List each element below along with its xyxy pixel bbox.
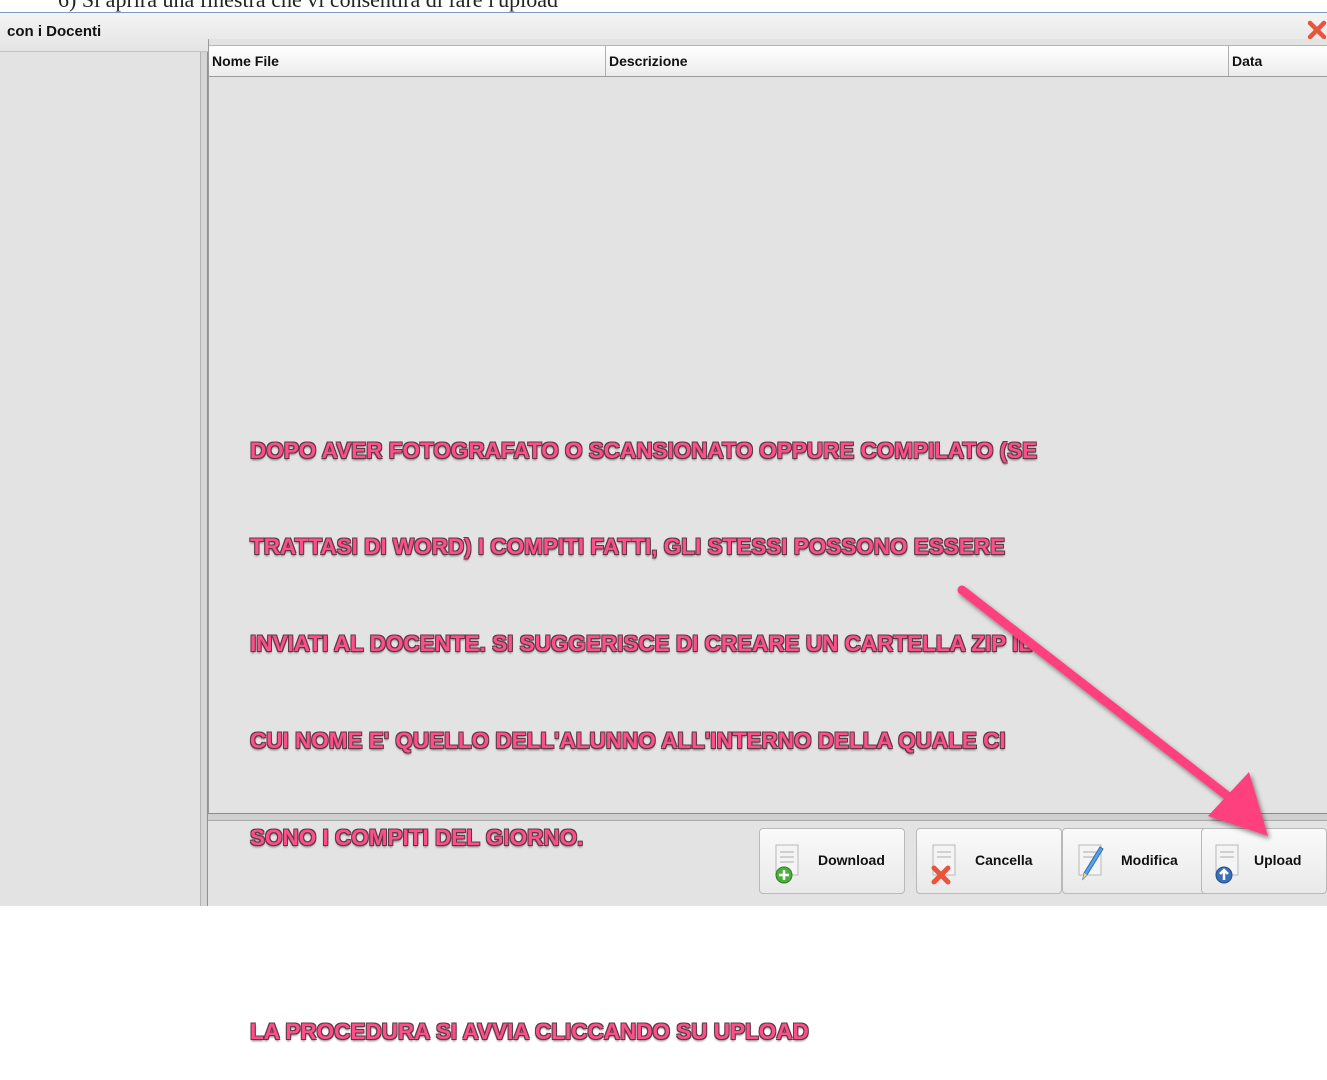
annotation-line: TRATTASI DI WORD) I COMPITI FATTI, GLI S… [250,534,1006,560]
close-icon[interactable] [1306,19,1327,41]
column-header-nome-file[interactable]: Nome File [209,46,606,76]
document-instruction-line: 6) Si aprirà una finestra che vi consent… [0,0,1327,12]
annotation-line: DOPO AVER FOTOGRAFATO O SCANSIONATO OPPU… [250,437,1038,463]
document-instruction-text: 6) Si aprirà una finestra che vi consent… [58,0,558,12]
column-header-descrizione[interactable]: Descrizione [606,46,1229,76]
left-panel [0,52,200,906]
annotation-line: CUI NOME E' QUELLO DELL'ALUNNO ALL'INTER… [250,728,1006,754]
table-header: Nome File Descrizione Data [209,45,1327,77]
dialog-title: con i Docenti [7,23,102,40]
instruction-annotation: DOPO AVER FOTOGRAFATO O SCANSIONATO OPPU… [250,370,1270,1080]
annotation-line: SONO I COMPITI DEL GIORNO. [250,825,584,851]
vertical-splitter[interactable] [200,52,208,906]
column-header-data[interactable]: Data [1229,46,1327,76]
annotation-instruction: LA PROCEDURA SI AVVIA CLICCANDO SU UPLOA… [250,1018,809,1044]
annotation-line: INVIATI AL DOCENTE. SI SUGGERISCE DI CRE… [250,631,1033,657]
